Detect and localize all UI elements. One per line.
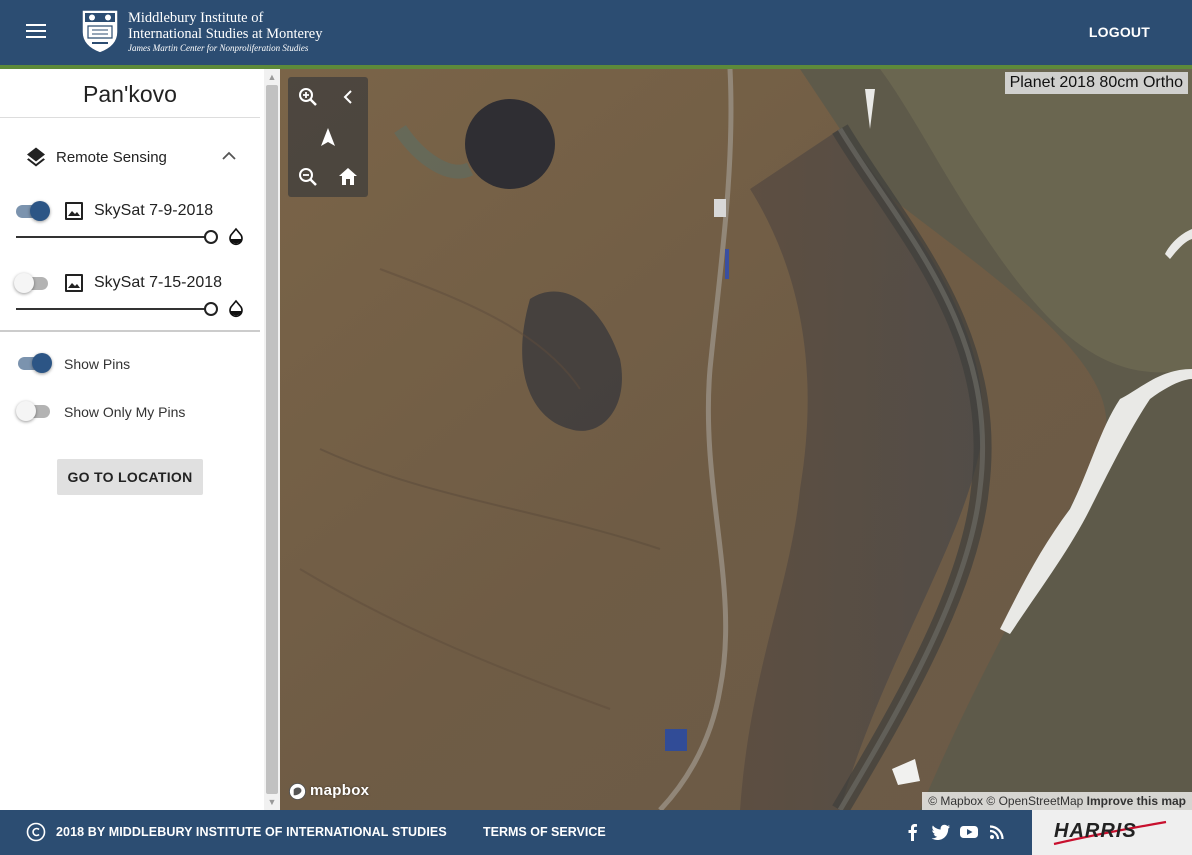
scroll-down-arrow-icon[interactable]: ▼ — [264, 794, 280, 810]
improve-map-link[interactable]: Improve this map — [1087, 794, 1186, 808]
terms-of-service-link[interactable]: TERMS OF SERVICE — [483, 825, 606, 839]
logo-line-3: James Martin Center for Nonproliferation… — [128, 43, 309, 53]
opacity-slider-skysat-7-15-2018[interactable] — [16, 301, 218, 317]
layers-icon — [27, 147, 45, 167]
youtube-icon[interactable] — [959, 822, 979, 842]
harris-logo[interactable]: HARRIS — [1054, 820, 1137, 843]
map-attribution: © Mapbox © OpenStreetMap Improve this ma… — [922, 792, 1192, 810]
partner-logo-box: HARRIS — [1032, 810, 1192, 855]
show-only-my-pins-toggle[interactable] — [16, 401, 52, 421]
twitter-icon[interactable] — [931, 822, 951, 842]
home-icon[interactable] — [330, 159, 366, 195]
rss-icon[interactable] — [987, 822, 1007, 842]
menu-icon[interactable] — [18, 20, 54, 44]
osm-attribution-link[interactable]: © OpenStreetMap — [986, 794, 1083, 808]
basemap-label[interactable]: Planet 2018 80cm Ortho — [1004, 72, 1188, 94]
image-icon — [65, 202, 83, 220]
facebook-icon[interactable] — [903, 822, 923, 842]
sidebar: Pan'kovo Remote Sensing SkySat 7-9-2018 … — [0, 69, 264, 810]
logo-line-1: Middlebury Institute of — [128, 10, 264, 26]
opacity-icon — [229, 227, 243, 246]
sidebar-scrollbar[interactable]: ▲ ▼ — [264, 69, 280, 810]
collapse-icon[interactable] — [330, 79, 366, 115]
remote-sensing-label: Remote Sensing — [56, 149, 167, 166]
shield-icon — [81, 9, 119, 54]
scroll-up-arrow-icon[interactable]: ▲ — [264, 69, 280, 85]
logo-line-2: International Studies at Monterey — [128, 26, 323, 42]
copyright-text: 2018 BY MIDDLEBURY INSTITUTE OF INTERNAT… — [56, 825, 447, 839]
divider — [0, 117, 260, 118]
show-only-my-pins-label: Show Only My Pins — [64, 404, 186, 420]
satellite-imagery — [280, 69, 1192, 810]
image-icon — [65, 274, 83, 292]
zoom-out-icon[interactable] — [290, 159, 326, 195]
opacity-slider-skysat-7-9-2018[interactable] — [16, 229, 218, 245]
layer-toggle-skysat-7-15-2018[interactable] — [14, 273, 50, 293]
copyright-icon — [26, 822, 46, 842]
show-pins-label: Show Pins — [64, 356, 131, 372]
app-header: Middlebury Institute of International St… — [0, 0, 1192, 65]
scroll-thumb[interactable] — [266, 85, 278, 794]
go-to-location-button[interactable]: GO TO LOCATION — [57, 459, 203, 495]
remote-sensing-header[interactable]: Remote Sensing — [24, 145, 244, 171]
show-pins-toggle[interactable] — [16, 353, 52, 373]
map-controls — [288, 77, 368, 197]
logo-text: Middlebury Institute of International St… — [128, 10, 323, 54]
app-footer: 2018 BY MIDDLEBURY INSTITUTE OF INTERNAT… — [0, 810, 1032, 855]
layer-toggle-skysat-7-9-2018[interactable] — [14, 201, 50, 221]
compass-icon[interactable] — [310, 119, 346, 155]
zoom-in-icon[interactable] — [290, 79, 326, 115]
location-title: Pan'kovo — [83, 81, 177, 107]
divider — [0, 330, 260, 332]
chevron-up-icon[interactable] — [220, 147, 238, 165]
logout-button[interactable]: LOGOUT — [1089, 24, 1150, 40]
layer-label: SkySat 7-9-2018 — [94, 202, 214, 219]
mapbox-logo-text: mapbox — [310, 782, 370, 799]
mapbox-icon — [288, 782, 307, 801]
opacity-icon — [229, 299, 243, 318]
mapbox-attribution-link[interactable]: © Mapbox — [928, 794, 983, 808]
map-view[interactable]: Planet 2018 80cm Ortho mapbox © Mapbox ©… — [280, 69, 1192, 810]
layer-label: SkySat 7-15-2018 — [94, 274, 223, 291]
institute-logo[interactable]: Middlebury Institute of International St… — [80, 8, 330, 56]
